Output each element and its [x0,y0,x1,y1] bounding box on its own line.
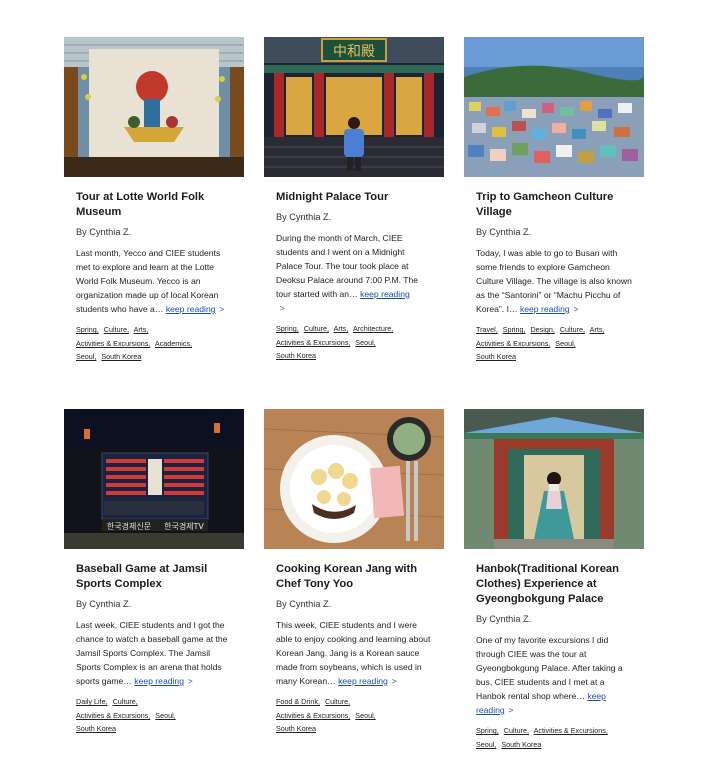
post-thumbnail[interactable] [264,409,444,549]
tag-link[interactable]: Spring, [476,726,499,735]
post-thumbnail[interactable] [464,37,644,177]
post-card: Trip to Gamcheon Culture Village By Cynt… [464,37,644,364]
chevron-right-icon[interactable]: > [280,304,285,313]
tag-link[interactable]: Seoul, [476,740,496,749]
tag-link[interactable]: Spring, [503,325,526,334]
chevron-right-icon[interactable]: > [392,677,397,686]
tag-link[interactable]: Culture, [304,324,329,333]
tag-link[interactable]: South Korea [101,352,141,361]
post-grid: Tour at Lotte World Folk Museum By Cynth… [0,0,724,782]
tag-link[interactable]: Seoul, [355,711,375,720]
tag-link[interactable]: Activities & Excursions, [534,726,608,735]
post-excerpt: Last month, Yecco and CIEE students met … [76,246,232,317]
tag-link[interactable]: Culture, [113,697,138,706]
keep-reading-link[interactable]: keep reading [520,304,570,314]
post-excerpt: Last week, CIEE students and I got the c… [76,618,232,689]
tag-link[interactable]: Culture, [325,697,350,706]
post-title[interactable]: Trip to Gamcheon Culture Village [476,190,632,220]
post-title[interactable]: Hanbok(Traditional Korean Clothes) Exper… [476,562,632,607]
post-thumbnail[interactable] [464,409,644,549]
post-tags: Spring, Culture, Arts, Activities & Excu… [76,323,232,364]
post-excerpt: During the month of March, CIEE students… [276,231,432,316]
post-tags: Food & Drink, Culture, Activities & Excu… [276,695,432,736]
tag-link[interactable]: Seoul, [555,339,575,348]
post-title[interactable]: Midnight Palace Tour [276,190,432,205]
tag-link[interactable]: Activities & Excursions, [76,711,150,720]
chevron-right-icon[interactable]: > [509,706,514,715]
tag-link[interactable]: South Korea [276,724,316,733]
chevron-right-icon[interactable]: > [188,677,193,686]
tag-link[interactable]: Culture, [560,325,585,334]
keep-reading-link[interactable]: keep reading [166,304,216,314]
tag-link[interactable]: Arts, [334,324,349,333]
tag-link[interactable]: Seoul, [76,352,96,361]
post-thumbnail[interactable]: 한국경제신문 한국경제TV [64,409,244,549]
post-tags: Spring, Culture, Activities & Excursions… [476,724,632,751]
post-tags: Daily Life, Culture, Activities & Excurs… [76,695,232,736]
post-thumbnail[interactable]: 中和殿 [264,37,444,177]
post-author: By Cynthia Z. [276,212,332,222]
tag-link[interactable]: Spring, [276,324,299,333]
post-card: 한국경제신문 한국경제TV Baseball Game at Jamsil Sp… [64,409,244,736]
post-card: Cooking Korean Jang with Chef Tony Yoo B… [264,409,444,736]
stadium-sign-1: 한국경제신문 [107,521,151,531]
tag-link[interactable]: South Korea [76,724,116,733]
tag-link[interactable]: Seoul, [155,711,175,720]
tag-link[interactable]: Architecture, [353,324,393,333]
tag-link[interactable]: Activities & Excursions, [476,339,550,348]
tag-link[interactable]: South Korea [276,351,316,360]
post-excerpt: This week, CIEE students and I were able… [276,618,432,689]
post-excerpt: One of my favorite excursions I did thro… [476,633,632,718]
post-title[interactable]: Tour at Lotte World Folk Museum [76,190,232,220]
palace-sign-text: 中和殿 [333,44,375,60]
tag-link[interactable]: Activities & Excursions, [76,339,150,348]
chevron-right-icon[interactable]: > [574,305,579,314]
post-tags: Spring, Culture, Arts, Architecture, Act… [276,322,432,363]
post-author: By Cynthia Z. [476,614,532,624]
tag-link[interactable]: South Korea [501,740,541,749]
post-card: 中和殿 Midnight Palace Tour By Cynthia Z. D… [264,37,444,363]
tag-link[interactable]: Seoul, [355,338,375,347]
tag-link[interactable]: Academics, [155,339,192,348]
tag-link[interactable]: Daily Life, [76,697,108,706]
tag-link[interactable]: Design, [530,325,554,334]
keep-reading-link[interactable]: keep reading [134,676,184,686]
post-author: By Cynthia Z. [476,227,532,237]
tag-link[interactable]: Travel, [476,325,498,334]
post-card: Hanbok(Traditional Korean Clothes) Exper… [464,409,644,751]
tag-link[interactable]: Culture, [504,726,529,735]
chevron-right-icon[interactable]: > [220,305,225,314]
keep-reading-link[interactable]: keep reading [338,676,388,686]
tag-link[interactable]: Activities & Excursions, [276,711,350,720]
tag-link[interactable]: Activities & Excursions, [276,338,350,347]
post-excerpt: Today, I was able to go to Busan with so… [476,246,632,317]
post-card: Tour at Lotte World Folk Museum By Cynth… [64,37,244,364]
stadium-sign-2: 한국경제TV [164,521,204,531]
post-author: By Cynthia Z. [276,599,332,609]
post-author: By Cynthia Z. [76,599,132,609]
tag-link[interactable]: Spring, [76,325,99,334]
tag-link[interactable]: South Korea [476,352,516,361]
tag-link[interactable]: Arts, [590,325,605,334]
keep-reading-link[interactable]: keep reading [360,289,410,299]
post-tags: Travel, Spring, Design, Culture, Arts, A… [476,323,632,364]
tag-link[interactable]: Culture, [104,325,129,334]
post-title[interactable]: Cooking Korean Jang with Chef Tony Yoo [276,562,432,592]
post-author: By Cynthia Z. [76,227,132,237]
post-title[interactable]: Baseball Game at Jamsil Sports Complex [76,562,232,592]
post-thumbnail[interactable] [64,37,244,177]
tag-link[interactable]: Food & Drink, [276,697,320,706]
tag-link[interactable]: Arts, [134,325,149,334]
